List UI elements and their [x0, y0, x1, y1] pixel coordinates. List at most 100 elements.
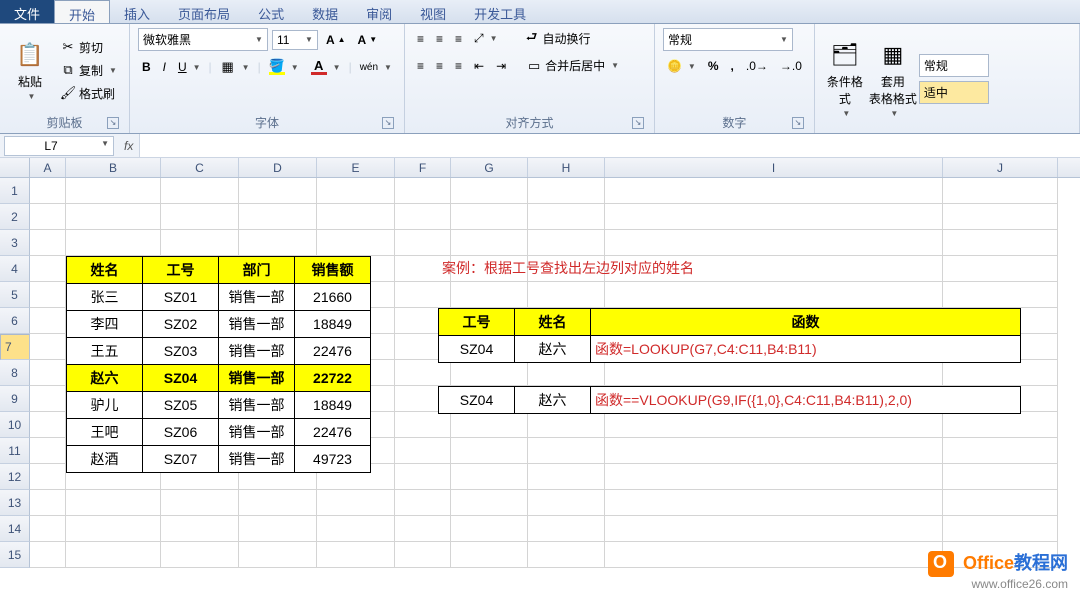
cell[interactable]	[395, 464, 451, 490]
cell[interactable]	[317, 230, 395, 256]
fill-color-button[interactable]: 🪣▼	[265, 57, 303, 77]
cell-style-medium[interactable]: 适中	[919, 81, 989, 104]
formula-input[interactable]	[139, 134, 1080, 157]
cell[interactable]	[161, 230, 239, 256]
cell[interactable]	[66, 230, 161, 256]
dialog-launcher-icon[interactable]: ↘	[632, 117, 644, 129]
cell[interactable]	[605, 412, 943, 438]
cell[interactable]	[943, 360, 1058, 386]
row-header[interactable]: 1	[0, 178, 30, 204]
font-color-button[interactable]: A▼	[307, 57, 345, 77]
cell[interactable]	[239, 204, 317, 230]
row-header[interactable]: 12	[0, 464, 30, 490]
phonetic-button[interactable]: wén▼	[356, 60, 396, 75]
cell[interactable]	[395, 178, 451, 204]
inc-decimal-button[interactable]: .0→	[742, 57, 772, 75]
italic-button[interactable]: I	[159, 58, 170, 76]
cell[interactable]	[161, 490, 239, 516]
name-box[interactable]: L7	[4, 136, 114, 156]
cell[interactable]	[30, 438, 66, 464]
grow-font-button[interactable]: A▲	[322, 31, 350, 49]
dec-decimal-button[interactable]: →.0	[776, 57, 806, 75]
cell-style-normal[interactable]: 常规	[919, 54, 989, 77]
cell[interactable]	[451, 360, 528, 386]
cell[interactable]	[395, 412, 451, 438]
cell[interactable]	[317, 178, 395, 204]
cell[interactable]	[605, 360, 943, 386]
cell[interactable]	[943, 490, 1058, 516]
row-header[interactable]: 11	[0, 438, 30, 464]
tab-data[interactable]: 数据	[298, 0, 352, 23]
cell[interactable]	[30, 204, 66, 230]
cell[interactable]	[605, 178, 943, 204]
table-format-button[interactable]: ▦ 套用 表格格式▼	[871, 28, 915, 129]
cell[interactable]	[30, 256, 66, 282]
col-header-A[interactable]: A	[30, 158, 66, 177]
align-left-button[interactable]: ≡	[413, 57, 428, 75]
row-header[interactable]: 8	[0, 360, 30, 386]
dialog-launcher-icon[interactable]: ↘	[792, 117, 804, 129]
comma-button[interactable]: ,	[727, 57, 738, 75]
row-header[interactable]: 7	[0, 334, 30, 360]
wrap-text-button[interactable]: ⮐自动换行	[520, 28, 595, 49]
copy-button[interactable]: ⧉复制▼	[56, 60, 121, 81]
border-button[interactable]: ▦▼	[216, 57, 254, 77]
tab-file[interactable]: 文件	[0, 0, 54, 23]
cell[interactable]	[317, 204, 395, 230]
cell[interactable]	[943, 412, 1058, 438]
cell[interactable]	[451, 204, 528, 230]
cell[interactable]	[528, 178, 605, 204]
cell[interactable]	[30, 412, 66, 438]
percent-button[interactable]: %	[704, 57, 723, 75]
cell[interactable]	[528, 516, 605, 542]
dialog-launcher-icon[interactable]: ↘	[382, 117, 394, 129]
indent-inc-button[interactable]: ⇥	[492, 57, 510, 75]
cell[interactable]	[528, 282, 605, 308]
align-top-button[interactable]: ≡	[413, 30, 428, 48]
orientation-button[interactable]: ⤢▼	[470, 29, 502, 48]
cell[interactable]	[30, 360, 66, 386]
col-header-B[interactable]: B	[66, 158, 161, 177]
tab-dev[interactable]: 开发工具	[460, 0, 540, 23]
cut-button[interactable]: ✂剪切	[56, 37, 121, 58]
cell[interactable]	[451, 230, 528, 256]
cell[interactable]	[30, 178, 66, 204]
shrink-font-button[interactable]: A▼	[354, 31, 382, 49]
cell[interactable]	[66, 490, 161, 516]
cell[interactable]	[605, 542, 943, 568]
tab-layout[interactable]: 页面布局	[164, 0, 244, 23]
cell[interactable]	[943, 230, 1058, 256]
cell[interactable]	[528, 412, 605, 438]
cell[interactable]	[943, 178, 1058, 204]
row-header[interactable]: 3	[0, 230, 30, 256]
cell[interactable]	[395, 516, 451, 542]
cell[interactable]	[605, 438, 943, 464]
tab-home[interactable]: 开始	[54, 0, 110, 23]
cell[interactable]	[451, 178, 528, 204]
col-header-H[interactable]: H	[528, 158, 605, 177]
cell[interactable]	[605, 464, 943, 490]
col-header-F[interactable]: F	[395, 158, 451, 177]
cell[interactable]	[30, 464, 66, 490]
row-header[interactable]: 4	[0, 256, 30, 282]
row-header[interactable]: 13	[0, 490, 30, 516]
grid-rows[interactable]: 123456789101112131415姓名工号部门销售额张三SZ01销售一部…	[0, 178, 1080, 568]
cell[interactable]	[395, 438, 451, 464]
cell[interactable]	[317, 490, 395, 516]
cell[interactable]	[161, 204, 239, 230]
select-all-corner[interactable]	[0, 158, 30, 177]
cell[interactable]	[528, 542, 605, 568]
underline-button[interactable]: U▼	[174, 58, 205, 76]
cell[interactable]	[395, 542, 451, 568]
font-name-select[interactable]: 微软雅黑▼	[138, 28, 268, 51]
col-header-E[interactable]: E	[317, 158, 395, 177]
bold-button[interactable]: B	[138, 58, 155, 76]
cell[interactable]	[239, 230, 317, 256]
align-middle-button[interactable]: ≡	[432, 30, 447, 48]
cell[interactable]	[66, 516, 161, 542]
tab-insert[interactable]: 插入	[110, 0, 164, 23]
col-header-J[interactable]: J	[943, 158, 1058, 177]
cell[interactable]	[66, 542, 161, 568]
cell[interactable]	[239, 542, 317, 568]
cell[interactable]	[30, 542, 66, 568]
